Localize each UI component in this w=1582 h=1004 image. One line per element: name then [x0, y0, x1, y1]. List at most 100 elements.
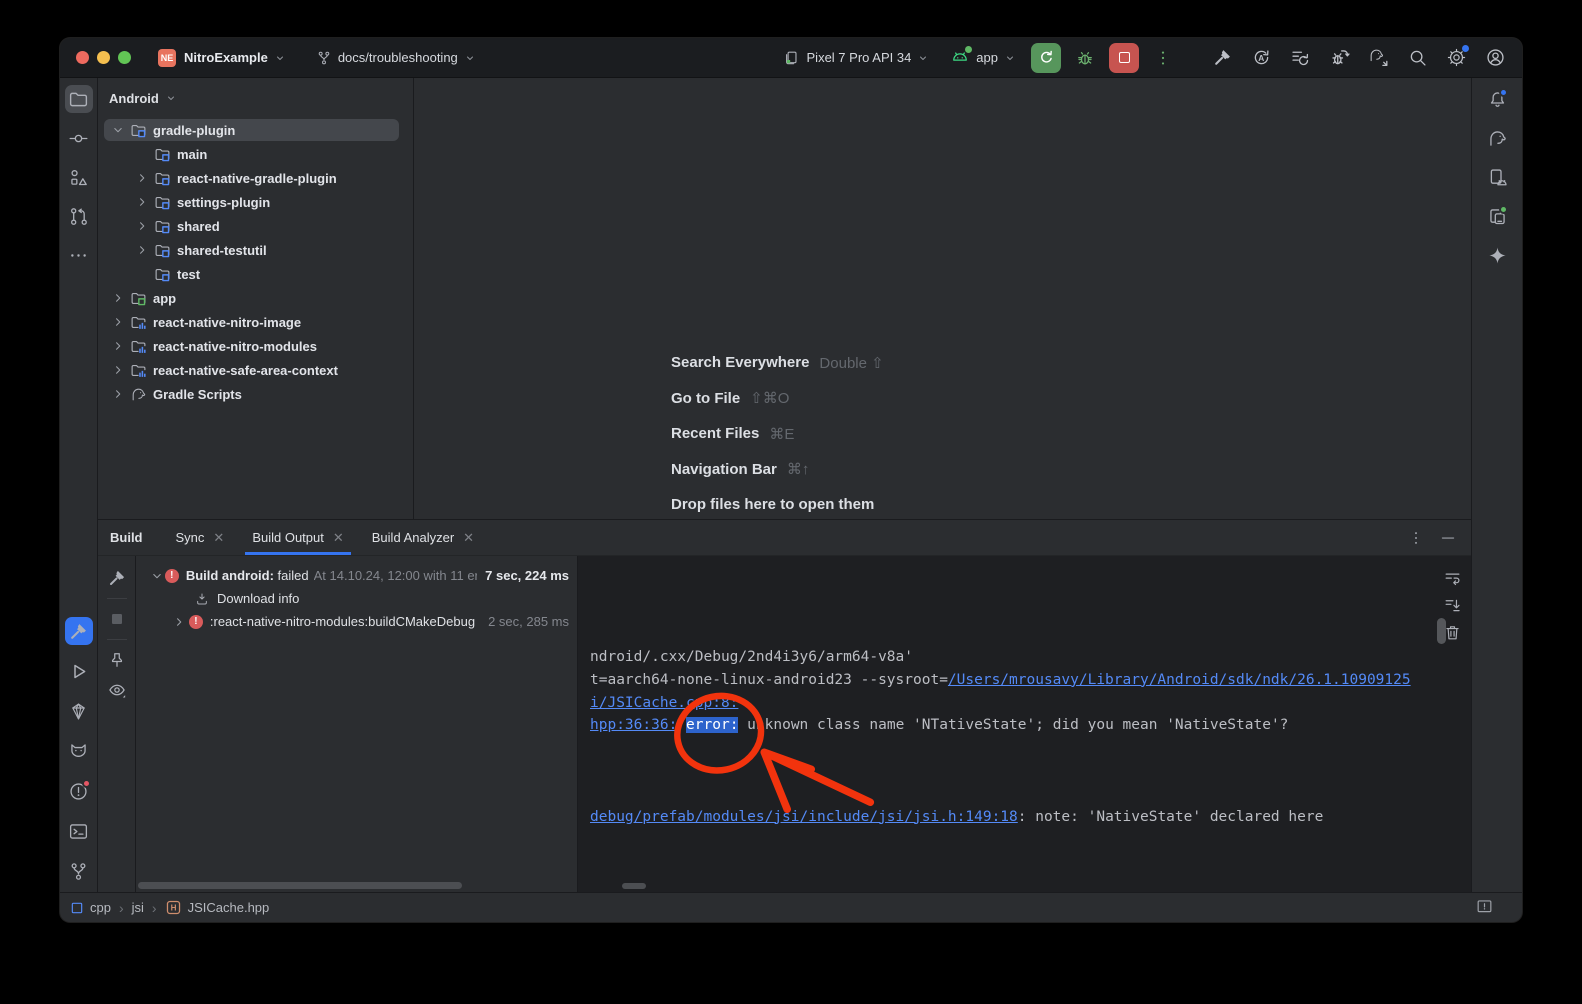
rebuild-button[interactable]	[105, 566, 129, 590]
chevron-right-icon[interactable]	[111, 339, 128, 353]
commit-icon	[68, 128, 89, 149]
version-control-button[interactable]	[65, 857, 93, 885]
close-tab-icon[interactable]: ✕	[213, 530, 224, 546]
stop-disabled-button[interactable]	[105, 607, 129, 631]
chevron-right-icon[interactable]	[135, 171, 152, 185]
chevron-down-icon	[464, 52, 476, 64]
preview-button[interactable]	[105, 678, 129, 702]
pull-requests-button[interactable]	[65, 202, 93, 230]
console-file-link[interactable]: /Users/mrousavy/Library/Android/sdk/ndk/…	[948, 672, 1411, 688]
tree-item-shared[interactable]: shared	[98, 214, 413, 238]
tree-item-gradle-plugin[interactable]: gradle-plugin	[98, 118, 413, 142]
chevron-right-icon[interactable]	[111, 387, 128, 401]
device-manager-button[interactable]	[1484, 164, 1510, 190]
tree-item-react-native-nitro-image[interactable]: react-native-nitro-image	[98, 310, 413, 334]
tree-item-gradle-scripts[interactable]: Gradle Scripts	[98, 382, 413, 406]
minimize-window-button[interactable]	[97, 51, 110, 64]
search-button[interactable]	[1407, 47, 1428, 68]
console-line	[590, 783, 1433, 806]
project-button[interactable]	[65, 85, 93, 113]
breadcrumb-item[interactable]: HJSICache.hpp	[165, 899, 270, 916]
chevron-down-icon	[917, 52, 929, 64]
stop-button[interactable]	[1109, 43, 1139, 73]
profile-button[interactable]	[1485, 47, 1506, 68]
minimize-button[interactable]	[1439, 529, 1457, 547]
event-log-button[interactable]	[1475, 897, 1494, 919]
build-button[interactable]	[65, 617, 93, 645]
horizontal-scrollbar[interactable]	[138, 882, 462, 889]
tab-sync[interactable]: Sync✕	[169, 520, 232, 555]
console-file-link[interactable]: hpp:36:36:	[590, 717, 677, 733]
commit-button[interactable]	[65, 124, 93, 152]
tree-item-react-native-nitro-modules[interactable]: react-native-nitro-modules	[98, 334, 413, 358]
tab-build-analyzer[interactable]: Build Analyzer✕	[365, 520, 481, 555]
console-horizontal-scrollbar[interactable]	[622, 883, 646, 889]
tree-item-react-native-gradle-plugin[interactable]: react-native-gradle-plugin	[98, 166, 413, 190]
scroll-to-end-button[interactable]	[1440, 593, 1464, 617]
settings-button[interactable]	[1446, 47, 1467, 68]
more-button[interactable]	[1407, 529, 1425, 547]
problems-button[interactable]	[65, 777, 93, 805]
app-insights-button[interactable]	[65, 697, 93, 725]
apply-changes-button[interactable]: A	[1251, 47, 1272, 68]
run-config-selector[interactable]: app	[944, 44, 1022, 72]
breadcrumb-item[interactable]: cpp	[70, 900, 111, 915]
console-file-link[interactable]: i/JSICache.cpp:8:	[590, 695, 738, 711]
device-selector[interactable]: Pixel 7 Pro API 34	[777, 45, 936, 71]
zoom-window-button[interactable]	[118, 51, 131, 64]
project-selector[interactable]: NitroExample	[178, 46, 292, 69]
chevron-down-icon[interactable]	[111, 123, 128, 137]
project-view-selector[interactable]: Android	[98, 78, 413, 118]
build-tree-row[interactable]: Download info	[136, 587, 577, 610]
tab-build-output[interactable]: Build Output✕	[245, 520, 350, 555]
pin-button[interactable]	[105, 648, 129, 672]
attach-debugger-button[interactable]	[1329, 47, 1350, 68]
close-window-button[interactable]	[76, 51, 89, 64]
close-tab-icon[interactable]: ✕	[333, 530, 344, 546]
tree-item-shared-testutil[interactable]: shared-testutil	[98, 238, 413, 262]
logcat-button[interactable]	[65, 737, 93, 765]
running-devices-button[interactable]	[1484, 203, 1510, 229]
tree-item-main[interactable]: main	[98, 142, 413, 166]
chevron-right-icon[interactable]	[111, 315, 128, 329]
chevron-spacer	[135, 267, 152, 281]
module-lib-icon	[130, 362, 147, 379]
debug-button[interactable]	[1070, 43, 1100, 73]
build-console: ndroid/.cxx/Debug/2nd4i3y6/arm64-v8a't=a…	[578, 556, 1433, 892]
chevron-right-icon[interactable]	[135, 195, 152, 209]
branch-selector[interactable]: docs/troubleshooting	[310, 46, 482, 70]
gradle-button[interactable]	[1484, 125, 1510, 151]
more-button[interactable]	[65, 241, 93, 269]
terminal-button[interactable]	[65, 817, 93, 845]
chevron-right-icon[interactable]	[172, 615, 189, 629]
chevron-down-icon[interactable]	[150, 569, 165, 583]
chevron-right-icon[interactable]	[135, 219, 152, 233]
gradle-sync-button[interactable]	[1368, 47, 1389, 68]
project-panel: Android gradle-pluginmainreact-native-gr…	[98, 78, 414, 519]
build-tree-row[interactable]: !:react-native-nitro-modules:buildCMakeD…	[136, 610, 577, 633]
rerun-button[interactable]	[1031, 43, 1061, 73]
chevron-right-icon[interactable]	[111, 291, 128, 305]
console-file-link[interactable]: debug/prefab/modules/jsi/include/jsi/jsi…	[590, 809, 1018, 825]
build-tree-row[interactable]: !Build android: failedAt 14.10.24, 12:00…	[136, 564, 577, 587]
device-icon	[783, 49, 801, 67]
structure-button[interactable]	[65, 163, 93, 191]
soft-wrap-button[interactable]	[1440, 566, 1464, 590]
apply-code-changes-button[interactable]	[1290, 47, 1311, 68]
notifications-button[interactable]	[1484, 86, 1510, 112]
gemini-button[interactable]	[1484, 242, 1510, 268]
tree-item-react-native-safe-area-context[interactable]: react-native-safe-area-context	[98, 358, 413, 382]
chevron-right-icon[interactable]	[135, 243, 152, 257]
run-button[interactable]	[65, 657, 93, 685]
close-tab-icon[interactable]: ✕	[463, 530, 474, 546]
breadcrumb-item[interactable]: jsi	[132, 900, 144, 915]
tree-item-test[interactable]: test	[98, 262, 413, 286]
chevron-right-icon[interactable]	[111, 363, 128, 377]
build-button[interactable]	[1212, 47, 1233, 68]
clear-all-button[interactable]	[1440, 620, 1464, 644]
build-row-duration: 2 sec, 285 ms	[488, 614, 577, 629]
more-run-actions-button[interactable]	[1148, 43, 1178, 73]
tree-item-app[interactable]: app	[98, 286, 413, 310]
shortcut-label: Recent Files	[671, 425, 759, 442]
tree-item-settings-plugin[interactable]: settings-plugin	[98, 190, 413, 214]
